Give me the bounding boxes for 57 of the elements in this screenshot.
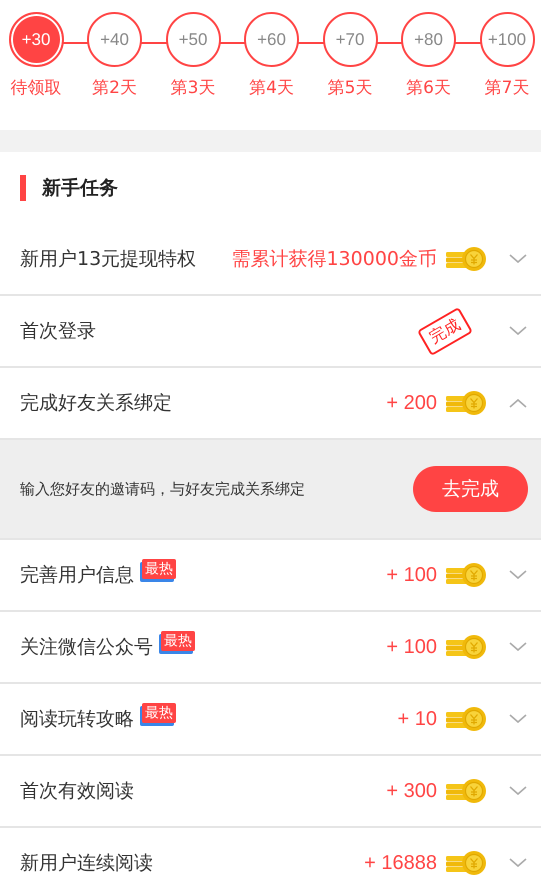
- task-description: 输入您好友的邀请码，与好友完成关系绑定: [20, 480, 305, 498]
- done-stamp: 完成: [416, 306, 474, 356]
- hot-badge: 最热: [142, 703, 176, 723]
- task-row[interactable]: 新用户13元提现特权 需累计获得130000金币: [0, 224, 541, 296]
- chevron-down-icon[interactable]: [509, 714, 527, 724]
- coins-icon: [445, 850, 487, 876]
- reward-circle[interactable]: +70: [322, 12, 378, 67]
- day-label: 待领取: [10, 77, 62, 99]
- coins-icon: [445, 246, 487, 272]
- reward-circle[interactable]: +100: [480, 12, 534, 67]
- chevron-down-icon[interactable]: [509, 786, 527, 796]
- reward-amount: + 10: [398, 708, 437, 730]
- coins-icon: [445, 634, 487, 660]
- reward-circle[interactable]: +40: [87, 12, 142, 67]
- task-row[interactable]: 完善用户信息 最热 + 100: [0, 540, 541, 612]
- accent-bar: [20, 175, 26, 201]
- reward-circle[interactable]: +60: [244, 12, 299, 67]
- chevron-down-icon[interactable]: [509, 254, 527, 264]
- section-title: 新手任务: [42, 176, 118, 201]
- reward-amount: + 100: [386, 564, 437, 586]
- reward-amount: + 16888: [364, 852, 437, 874]
- reward-amount: + 300: [386, 780, 437, 802]
- coins-icon: [445, 562, 487, 588]
- task-title: 首次有效阅读: [20, 780, 135, 802]
- hot-badge: 最热: [142, 559, 176, 579]
- coins-icon: [445, 778, 487, 804]
- hot-badge: 最热: [161, 631, 195, 651]
- day-label: 第5天: [328, 77, 372, 99]
- chevron-down-icon[interactable]: [509, 326, 527, 336]
- chevron-down-icon[interactable]: [509, 858, 527, 868]
- task-row[interactable]: 关注微信公众号 最热 + 100: [0, 612, 541, 684]
- task-title: 阅读玩转攻略: [20, 708, 134, 730]
- reward-amount: + 200: [386, 392, 437, 414]
- day-label: 第2天: [92, 77, 137, 99]
- coins-icon: [445, 706, 487, 732]
- reward-amount: 需累计获得130000金币: [231, 247, 437, 272]
- task-row[interactable]: 首次登录 完成: [0, 296, 541, 368]
- day-label: 第6天: [406, 77, 451, 99]
- day-label: 第7天: [484, 77, 530, 99]
- task-row[interactable]: 首次有效阅读 + 300: [0, 756, 541, 828]
- task-row[interactable]: 阅读玩转攻略 最热 + 10: [0, 684, 541, 756]
- task-title: 首次登录: [20, 320, 97, 342]
- reward-amount: + 100: [386, 636, 437, 658]
- task-row[interactable]: 新用户连续阅读 + 16888: [0, 828, 541, 884]
- task-title: 完成好友关系绑定: [20, 392, 173, 414]
- task-title: 完善用户信息: [20, 564, 134, 586]
- task-title: 关注微信公众号: [20, 636, 153, 658]
- task-title: 新用户连续阅读: [20, 852, 154, 874]
- reward-circle[interactable]: +80: [401, 12, 456, 67]
- chevron-up-icon[interactable]: [509, 398, 527, 408]
- reward-circle[interactable]: +50: [166, 12, 220, 67]
- chevron-down-icon[interactable]: [509, 642, 527, 652]
- chevron-down-icon[interactable]: [509, 570, 527, 580]
- coins-icon: [445, 390, 487, 416]
- day-label: 第4天: [249, 77, 294, 99]
- day-label: 第3天: [170, 77, 216, 99]
- task-title: 新用户13元提现特权: [20, 248, 198, 270]
